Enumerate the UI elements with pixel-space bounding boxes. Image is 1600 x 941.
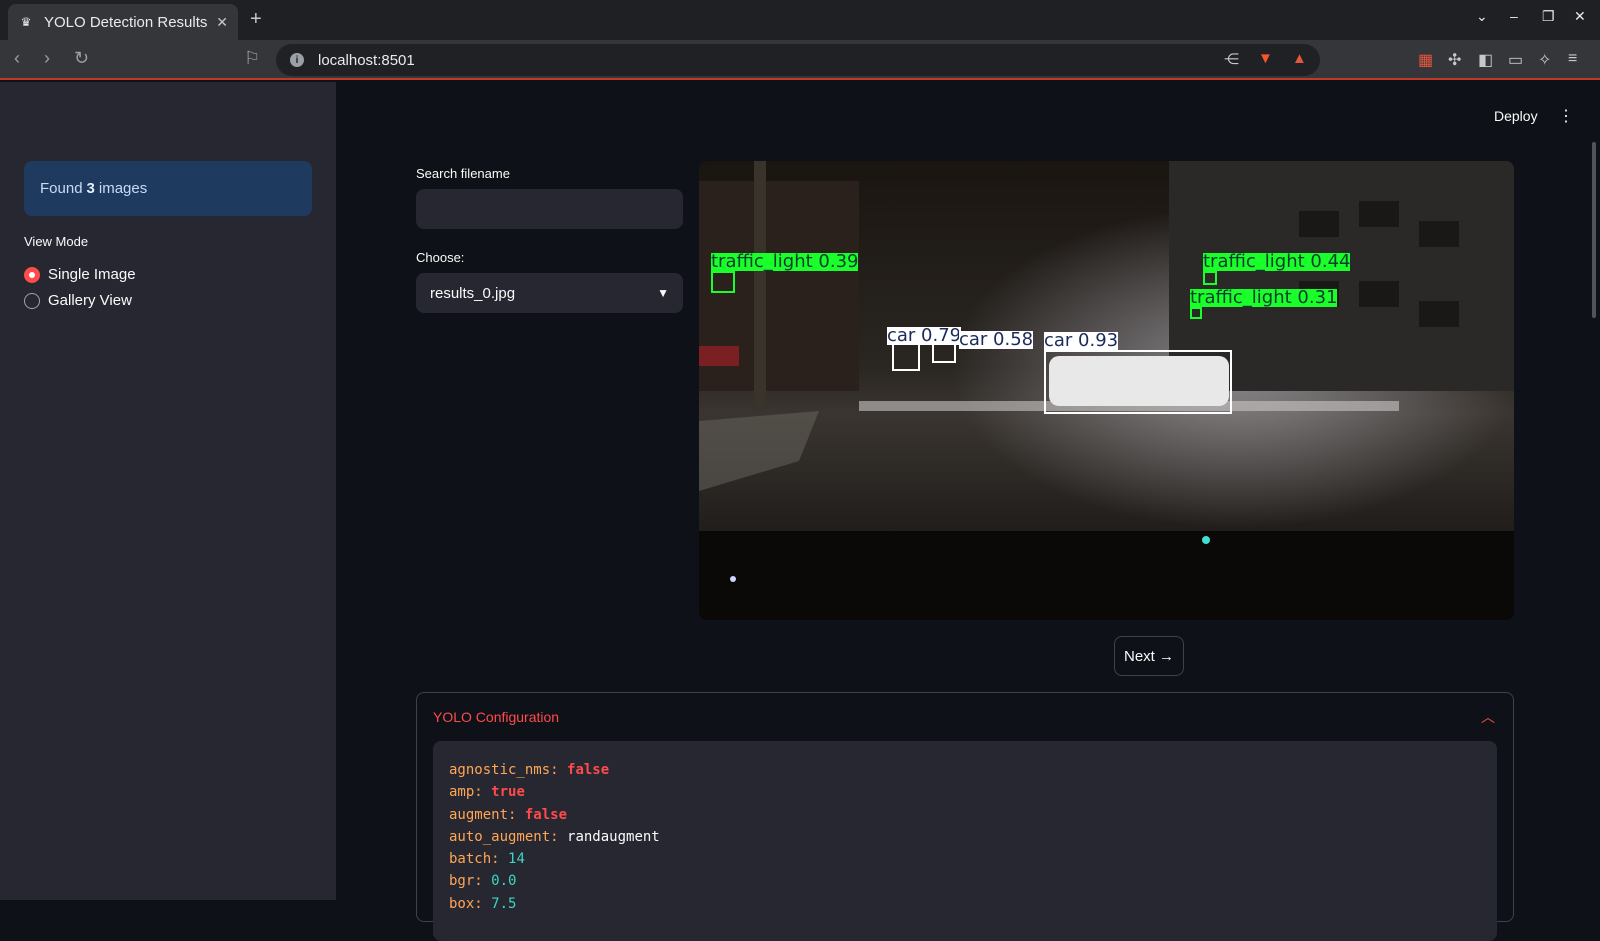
search-input[interactable]	[416, 189, 683, 229]
config-key: amp	[449, 784, 475, 801]
config-value: 7.5	[491, 895, 517, 912]
restore-icon[interactable]: ❐	[1542, 8, 1555, 25]
expander-title[interactable]: YOLO Configuration	[433, 709, 559, 725]
config-line: batch: 14	[449, 851, 525, 868]
config-key: augment	[449, 806, 509, 823]
config-line: bgr: 0.0	[449, 873, 517, 890]
radio-selected-icon	[24, 266, 40, 283]
sidebar: Found 3 images View Mode Single Image Ga…	[0, 82, 336, 900]
config-line: agnostic_nms: false	[449, 762, 610, 778]
site-info-icon[interactable]: i	[290, 53, 304, 67]
url-text: localhost:8501	[318, 51, 415, 69]
browser-tab-bar: ♛ YOLO Detection Results ✕ + ⌄ – ❐ ✕	[0, 0, 1600, 40]
brave-rewards-icon[interactable]: ▲	[1292, 50, 1307, 67]
close-tab-icon[interactable]: ✕	[216, 14, 228, 31]
leo-ai-icon[interactable]: ✧	[1538, 50, 1551, 70]
radio-label: Gallery View	[48, 292, 132, 309]
radio-gallery-view[interactable]: Gallery View	[24, 292, 132, 309]
reload-icon[interactable]: ↻	[74, 48, 89, 69]
tab-title: YOLO Detection Results	[44, 13, 208, 31]
forward-icon[interactable]: ›	[44, 48, 50, 69]
radio-single-image[interactable]: Single Image	[24, 266, 136, 283]
traffic-light-box	[1203, 271, 1217, 285]
extension-calendar-icon[interactable]: ▦	[1418, 50, 1433, 70]
detection-label: car 0.93	[1044, 330, 1119, 351]
image-select[interactable]: results_0.jpg ▼	[416, 273, 683, 313]
brave-shield-icon[interactable]: ▼	[1258, 50, 1273, 67]
radio-label: Single Image	[48, 266, 136, 283]
bookmark-icon[interactable]: ⚐	[244, 48, 260, 69]
browser-tab[interactable]: ♛ YOLO Detection Results ✕	[8, 4, 238, 40]
extensions-icon[interactable]: ✣	[1448, 50, 1461, 70]
detection-label: traffic_light 0.44	[1203, 251, 1351, 272]
chevron-down-icon: ▼	[657, 286, 669, 300]
config-value: 0.0	[491, 873, 517, 890]
detection-image: traffic_light 0.39 traffic_light 0.44 tr…	[699, 161, 1514, 620]
radio-unselected-icon	[24, 292, 40, 309]
share-icon[interactable]: ⋲	[1224, 50, 1239, 68]
selected-image: results_0.jpg	[430, 284, 516, 302]
yolo-config-expander: YOLO Configuration ︿ agnostic_nms: false…	[416, 692, 1514, 941]
wallet-icon[interactable]: ▭	[1508, 50, 1523, 70]
sidebar-toggle-icon[interactable]: ◧	[1478, 50, 1493, 70]
minimize-icon[interactable]: –	[1510, 8, 1518, 24]
car-box	[1044, 350, 1232, 414]
found-suffix: images	[98, 180, 148, 197]
config-value: true	[491, 784, 525, 801]
traffic-light-box	[711, 271, 735, 293]
scrollbar[interactable]	[1592, 142, 1596, 318]
detection-label: traffic_light 0.39	[711, 251, 859, 272]
traffic-light-box	[1190, 307, 1202, 319]
deploy-button[interactable]: Deploy	[1494, 108, 1538, 124]
choose-label: Choose:	[416, 250, 465, 265]
car-box	[932, 343, 956, 363]
config-value: false	[524, 806, 568, 823]
config-line: amp: true	[449, 784, 525, 801]
tab-search-icon[interactable]: ⌄	[1476, 8, 1488, 25]
config-value: randaugment	[567, 828, 660, 845]
found-prefix: Found	[40, 180, 83, 197]
found-count: 3	[86, 180, 95, 197]
chevron-up-icon[interactable]: ︿	[1481, 707, 1495, 727]
config-value: false	[567, 762, 610, 778]
back-icon[interactable]: ‹	[14, 48, 20, 69]
address-bar[interactable]: i localhost:8501	[276, 44, 1320, 76]
found-images-alert: Found 3 images	[24, 161, 312, 216]
config-key: box	[449, 895, 475, 912]
menu-icon[interactable]: ≡	[1568, 50, 1577, 68]
config-key: bgr	[449, 873, 475, 890]
config-key: batch	[449, 851, 492, 868]
config-line: auto_augment: randaugment	[449, 828, 660, 845]
config-code-block: agnostic_nms: false amp: true augment: f…	[433, 741, 1497, 941]
config-value: 14	[508, 851, 525, 868]
config-line: box: 7.5	[449, 895, 517, 912]
main-menu-icon[interactable]: ⋮	[1558, 106, 1574, 126]
detection-label: car 0.58	[959, 329, 1034, 350]
config-key: agnostic_nms	[449, 762, 551, 778]
config-line: augment: false	[449, 806, 568, 823]
detection-label: traffic_light 0.31	[1190, 287, 1338, 308]
new-tab-icon[interactable]: +	[250, 8, 262, 31]
window-close-icon[interactable]: ✕	[1574, 8, 1586, 25]
streamlit-favicon-icon: ♛	[20, 15, 32, 29]
next-button[interactable]: Next →	[1114, 636, 1184, 676]
view-mode-label: View Mode	[24, 234, 89, 249]
search-label: Search filename	[416, 166, 510, 181]
browser-toolbar: ‹ › ↻ ⚐ i localhost:8501 ⋲ ▼ ▲ ▦ ✣ ◧ ▭ ✧…	[0, 40, 1600, 80]
config-key: auto_augment	[449, 828, 551, 845]
